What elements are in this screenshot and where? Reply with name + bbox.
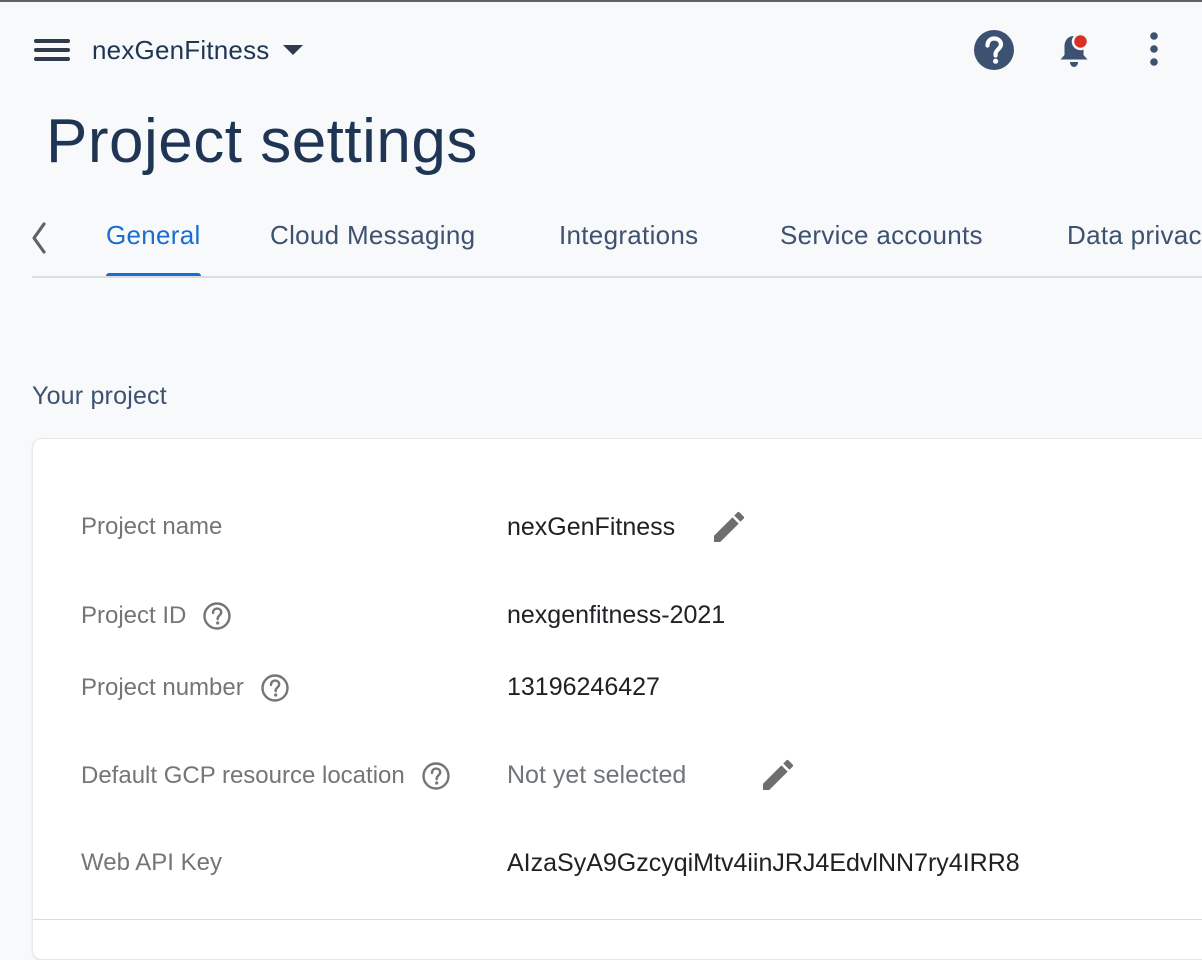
- page-title: Project settings: [46, 107, 478, 176]
- project-number-value: 13196246427: [507, 673, 660, 701]
- notifications-button[interactable]: [1052, 28, 1096, 72]
- tab-service-accounts[interactable]: Service accounts: [780, 220, 983, 278]
- chevron-left-icon: [32, 222, 46, 254]
- gcp-location-label: Default GCP resource location: [81, 762, 405, 789]
- help-button[interactable]: [972, 28, 1016, 72]
- project-name-value: nexGenFitness: [507, 513, 676, 541]
- project-number-help-icon[interactable]: [260, 673, 290, 703]
- gcp-location-row: Default GCP resource location Not yet se…: [81, 755, 1202, 795]
- tab-cloud-messaging[interactable]: Cloud Messaging: [270, 220, 475, 278]
- project-id-help-icon[interactable]: [202, 601, 232, 631]
- project-number-label: Project number: [81, 674, 244, 701]
- settings-tabs: General Cloud Messaging Integrations Ser…: [32, 200, 1202, 278]
- bell-icon: [1060, 32, 1090, 67]
- project-name-row: Project name nexGenFitness: [81, 507, 1202, 547]
- caret-down-icon: [283, 45, 304, 55]
- project-name-label: Project name: [81, 513, 223, 540]
- web-api-key-label: Web API Key: [81, 849, 222, 876]
- gcp-location-value: Not yet selected: [507, 761, 687, 789]
- hamburger-menu-icon: [34, 39, 70, 43]
- help-circle-icon: [974, 30, 1014, 70]
- project-switcher[interactable]: nexGenFitness: [92, 30, 304, 70]
- card-divider: [33, 919, 1202, 920]
- project-id-label: Project ID: [81, 602, 187, 629]
- project-id-value: nexgenfitness-2021: [507, 601, 726, 629]
- edit-gcp-location-icon[interactable]: [758, 755, 798, 795]
- tabs-divider: [32, 276, 1202, 278]
- tab-general[interactable]: General: [106, 220, 201, 278]
- project-id-row: Project ID nexgenfitness-2021: [81, 595, 1202, 635]
- web-api-key-value: AIzaSyA9GzcyqiMtv4iinJRJ4EdvlNN7ry4IRR8: [507, 849, 1020, 877]
- tab-integrations[interactable]: Integrations: [559, 220, 698, 278]
- more-vert-icon: [1150, 32, 1158, 66]
- project-number-row: Project number 13196246427: [81, 667, 1202, 707]
- tab-data-privacy[interactable]: Data privac: [1067, 220, 1202, 278]
- tab-scroll-left-button[interactable]: [32, 220, 72, 256]
- project-switcher-name: nexGenFitness: [92, 34, 270, 65]
- menu-button[interactable]: [30, 34, 74, 66]
- project-info-card: Project name nexGenFitness Project ID ne…: [32, 438, 1202, 960]
- more-options-button[interactable]: [1132, 28, 1176, 72]
- top-app-bar: nexGenFitness: [0, 0, 1202, 100]
- section-heading: Your project: [32, 382, 167, 410]
- web-api-key-row: Web API Key AIzaSyA9GzcyqiMtv4iinJRJ4Edv…: [81, 843, 1202, 883]
- gcp-location-help-icon[interactable]: [421, 761, 451, 791]
- edit-project-name-icon[interactable]: [709, 507, 749, 547]
- notification-badge: [1071, 32, 1090, 51]
